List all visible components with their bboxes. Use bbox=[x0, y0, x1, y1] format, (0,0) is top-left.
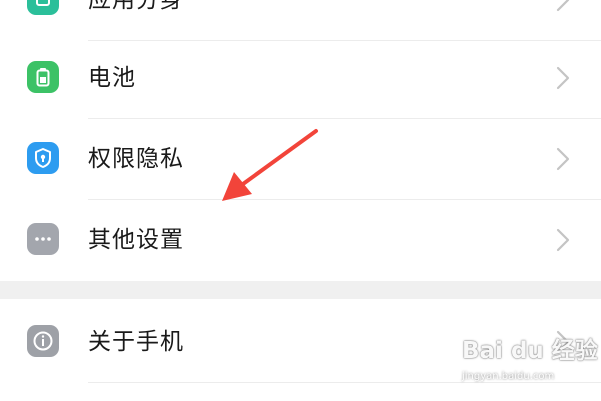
info-icon bbox=[27, 325, 59, 357]
settings-item-label: 电池 bbox=[88, 65, 136, 91]
settings-item-app-clone[interactable]: 应用分身 bbox=[0, 0, 601, 41]
settings-screen: 应用分身 电池 权限隐私 其他设置 关于手机 Bai du 经验 jingyan… bbox=[0, 0, 601, 401]
chevron-right-icon bbox=[556, 228, 570, 252]
chevron-right-icon bbox=[556, 0, 570, 12]
chevron-right-icon bbox=[556, 66, 570, 90]
settings-item-label: 应用分身 bbox=[88, 0, 184, 13]
settings-item-other-settings[interactable]: 其他设置 bbox=[0, 199, 601, 281]
settings-item-label: 权限隐私 bbox=[88, 146, 184, 172]
watermark-logo: Bai du 经验 bbox=[462, 338, 598, 364]
settings-item-label: 关于手机 bbox=[88, 329, 184, 355]
watermark: Bai du 经验 jingyan.baidu.com bbox=[462, 331, 598, 395]
shield-lock-icon bbox=[27, 142, 59, 174]
settings-item-battery[interactable]: 电池 bbox=[0, 37, 601, 119]
settings-group-main: 应用分身 电池 权限隐私 其他设置 bbox=[0, 0, 601, 281]
settings-item-permissions-privacy[interactable]: 权限隐私 bbox=[0, 118, 601, 200]
chevron-right-icon bbox=[556, 147, 570, 171]
more-dots-icon bbox=[27, 223, 59, 255]
battery-icon bbox=[27, 61, 59, 93]
app-clone-icon bbox=[27, 0, 59, 15]
watermark-url: jingyan.baidu.com bbox=[462, 371, 555, 382]
settings-item-label: 其他设置 bbox=[88, 227, 184, 253]
